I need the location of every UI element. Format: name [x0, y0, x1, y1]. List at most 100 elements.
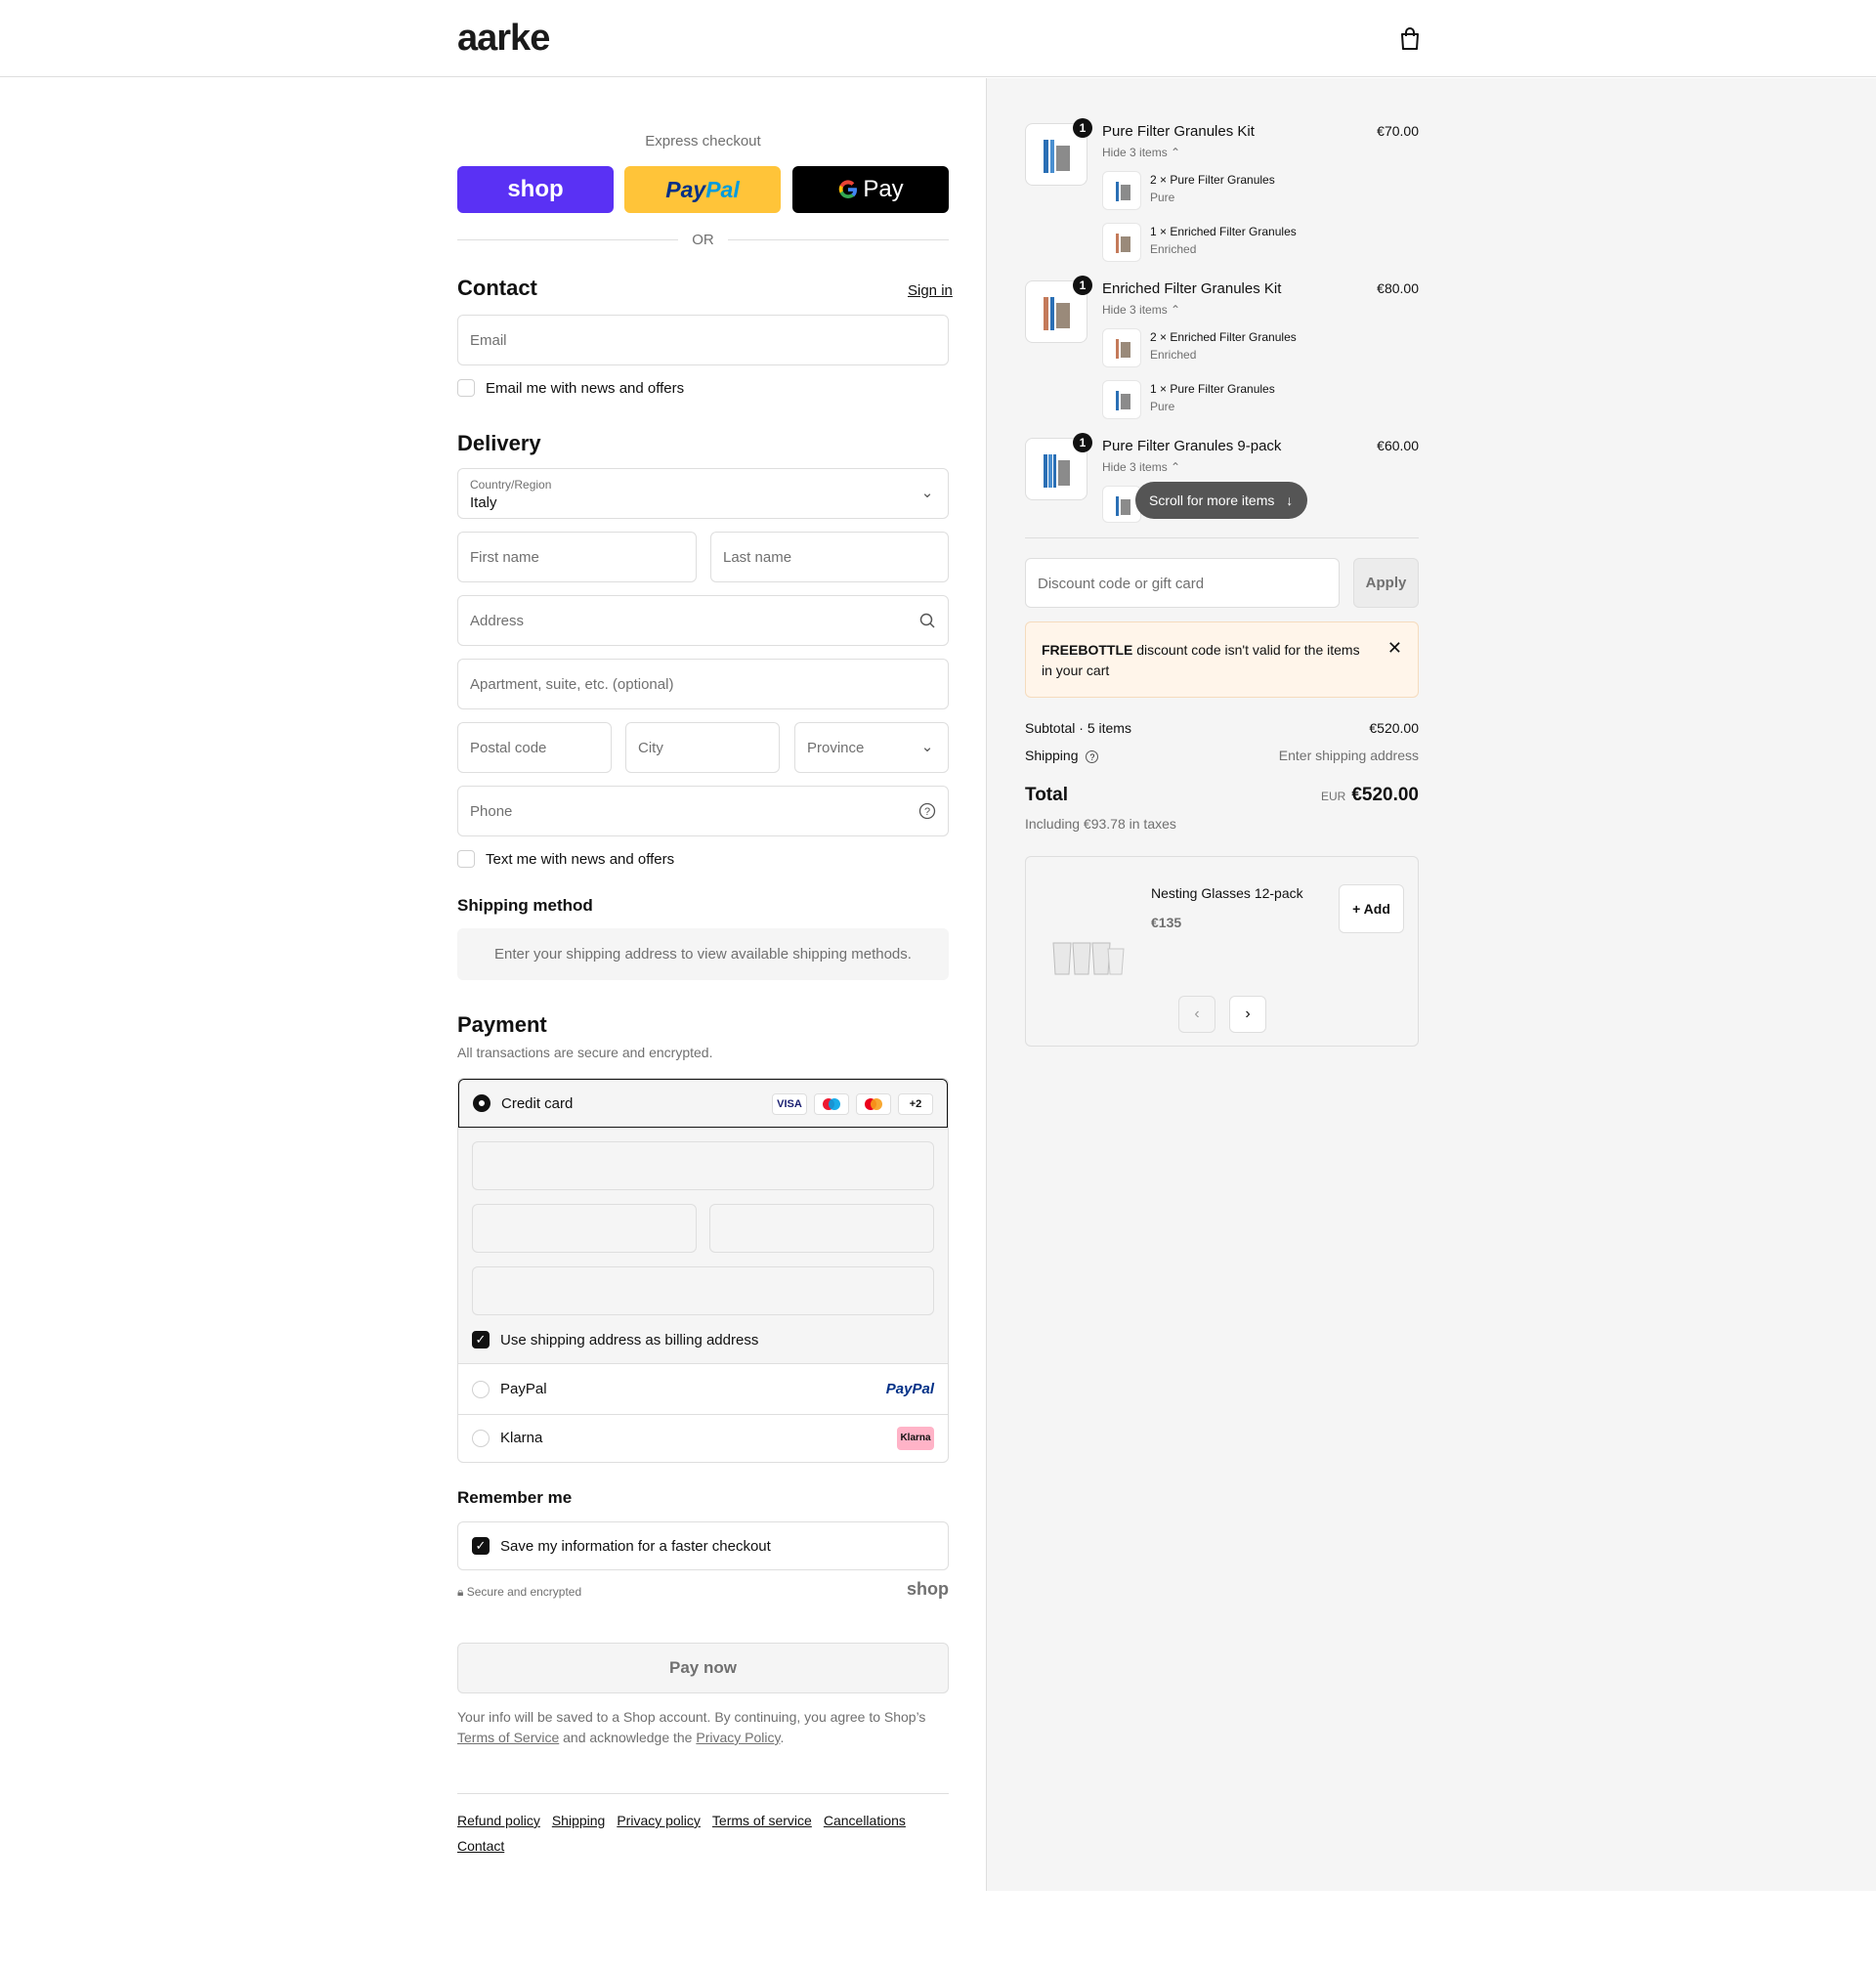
expiration-date-field[interactable]	[472, 1204, 697, 1253]
address-field[interactable]: Address	[457, 595, 949, 646]
credit-card-option[interactable]: Credit card VISA +2	[458, 1079, 948, 1128]
shipping-policy-link[interactable]: Shipping	[552, 1808, 606, 1833]
help-icon[interactable]: ?	[918, 802, 936, 820]
privacy-policy-footer-link[interactable]: Privacy policy	[617, 1808, 701, 1833]
recommendation-card: Nesting Glasses 12-pack €135 + Add ‹ ›	[1025, 856, 1419, 1047]
item-name: Pure Filter Granules Kit	[1102, 123, 1255, 140]
add-recommendation-button[interactable]: + Add	[1339, 884, 1404, 933]
filter-package-image	[1044, 297, 1070, 330]
more-cards-badge: +2	[898, 1093, 933, 1115]
google-g-icon	[839, 180, 858, 199]
remember-me-box: ✓ Save my information for a faster check…	[457, 1521, 949, 1570]
cancellations-link[interactable]: Cancellations	[824, 1808, 906, 1833]
filter-package-image	[1116, 234, 1130, 253]
nesting-glasses-image	[1052, 942, 1125, 975]
apartment-field[interactable]: Apartment, suite, etc. (optional)	[457, 659, 949, 709]
filter-package-image	[1044, 140, 1070, 173]
paypal-option[interactable]: PayPal PayPal	[458, 1365, 948, 1414]
secure-note: 🔒︎ Secure and encrypted	[457, 1585, 581, 1600]
item-price: €70.00	[1377, 123, 1419, 139]
item-price: €80.00	[1377, 280, 1419, 296]
chevron-right-icon[interactable]: ›	[1229, 996, 1266, 1033]
chevron-up-icon: ⌃	[1171, 460, 1181, 474]
first-name-field[interactable]: First name	[457, 532, 697, 582]
close-icon[interactable]: ✕	[1387, 638, 1402, 659]
maestro-icon	[814, 1093, 849, 1115]
last-name-field[interactable]: Last name	[710, 532, 949, 582]
sub-item-thumbnail	[1102, 171, 1141, 210]
sub-item-name: 2 × Pure Filter Granules	[1150, 173, 1275, 187]
footer-links: Refund policy Shipping Privacy policy Terms…	[457, 1808, 949, 1859]
visa-icon: VISA	[772, 1093, 807, 1115]
apartment-placeholder: Apartment, suite, etc. (optional)	[470, 676, 674, 693]
arrow-down-icon: ↓	[1286, 492, 1294, 508]
scroll-pill-label: Scroll for more items	[1149, 492, 1275, 508]
postal-code-field[interactable]: Postal code	[457, 722, 612, 773]
privacy-policy-link[interactable]: Privacy Policy	[696, 1730, 780, 1745]
contact-link[interactable]: Contact	[457, 1833, 504, 1859]
paypal-express-button[interactable]: Pay Pal	[624, 166, 781, 213]
hide-items-toggle[interactable]: Hide 3 items ⌃	[1102, 460, 1180, 474]
chevron-down-icon: ⌄	[920, 485, 934, 501]
terms-of-service-footer-link[interactable]: Terms of service	[712, 1808, 812, 1833]
first-name-placeholder: First name	[470, 549, 539, 566]
filter-package-image	[1116, 339, 1130, 359]
credit-card-label: Credit card	[501, 1095, 574, 1112]
billing-address-checkbox[interactable]: ✓	[472, 1331, 490, 1348]
terms-of-service-link[interactable]: Terms of Service	[457, 1730, 559, 1745]
remember-me-heading: Remember me	[457, 1488, 573, 1507]
legal-end: .	[780, 1730, 785, 1745]
subtotal-row: Subtotal · 5 items €520.00	[1025, 720, 1419, 736]
shop-pay-button[interactable]: shop	[457, 166, 614, 213]
apply-discount-button[interactable]: Apply	[1353, 558, 1419, 608]
text-news-checkbox[interactable]	[457, 850, 475, 868]
postal-code-placeholder: Postal code	[470, 740, 547, 756]
name-on-card-field[interactable]	[472, 1266, 934, 1315]
security-code-field[interactable]	[709, 1204, 934, 1253]
delivery-heading: Delivery	[457, 431, 541, 455]
city-placeholder: City	[638, 740, 663, 756]
city-field[interactable]: City	[625, 722, 780, 773]
credit-card-radio[interactable]	[473, 1094, 490, 1112]
shipping-method-note: Enter your shipping address to view avai…	[457, 928, 949, 980]
subtotal-label: Subtotal · 5 items	[1025, 720, 1131, 736]
klarna-radio[interactable]	[472, 1430, 490, 1447]
google-pay-button[interactable]: Pay	[792, 166, 949, 213]
help-icon[interactable]: ?	[1086, 750, 1099, 763]
card-number-field[interactable]	[472, 1141, 934, 1190]
total-row: Total EUR €520.00	[1025, 785, 1419, 810]
item-name: Pure Filter Granules 9-pack	[1102, 438, 1282, 454]
klarna-logo: Klarna	[897, 1427, 934, 1450]
phone-field[interactable]: Phone ?	[457, 786, 949, 836]
scroll-for-more-button[interactable]: Scroll for more items ↓	[1135, 482, 1307, 519]
sub-item-thumbnail	[1102, 328, 1141, 367]
or-label: OR	[692, 231, 714, 248]
brand-logo[interactable]: aarke	[457, 18, 550, 60]
hide-items-label: Hide 3 items	[1102, 303, 1168, 317]
legal-mid: and acknowledge the	[563, 1730, 693, 1745]
discount-code-field[interactable]: Discount code or gift card	[1025, 558, 1340, 608]
pay-now-button[interactable]: Pay now	[457, 1643, 949, 1693]
hide-items-toggle[interactable]: Hide 3 items ⌃	[1102, 146, 1180, 159]
save-info-label: Save my information for a faster checkou…	[500, 1538, 771, 1555]
paypal-radio[interactable]	[472, 1381, 490, 1398]
country-select[interactable]: Country/Region Italy ⌄	[457, 468, 949, 519]
chevron-left-icon[interactable]: ‹	[1178, 996, 1215, 1033]
refund-policy-link[interactable]: Refund policy	[457, 1808, 540, 1833]
discount-error-alert: FREEBOTTLE discount code isn't valid for…	[1025, 621, 1419, 698]
sub-item-name: 2 × Enriched Filter Granules	[1150, 330, 1297, 344]
shopping-bag-icon[interactable]	[1399, 27, 1421, 51]
province-placeholder: Province	[807, 740, 865, 756]
filter-package-image	[1116, 182, 1130, 201]
klarna-option[interactable]: Klarna Klarna	[458, 1414, 948, 1462]
legal-line: Your info will be saved to a Shop accoun…	[457, 1709, 926, 1725]
sign-in-link[interactable]: Sign in	[908, 282, 953, 299]
billing-address-label: Use shipping address as billing address	[500, 1332, 759, 1348]
hide-items-toggle[interactable]: Hide 3 items ⌃	[1102, 303, 1180, 317]
phone-placeholder: Phone	[470, 803, 513, 820]
email-field[interactable]: Email	[457, 315, 949, 365]
shipping-value: Enter shipping address	[1278, 748, 1419, 763]
province-select[interactable]: Province ⌄	[794, 722, 949, 773]
email-news-checkbox[interactable]	[457, 379, 475, 397]
save-info-checkbox[interactable]: ✓	[472, 1537, 490, 1555]
